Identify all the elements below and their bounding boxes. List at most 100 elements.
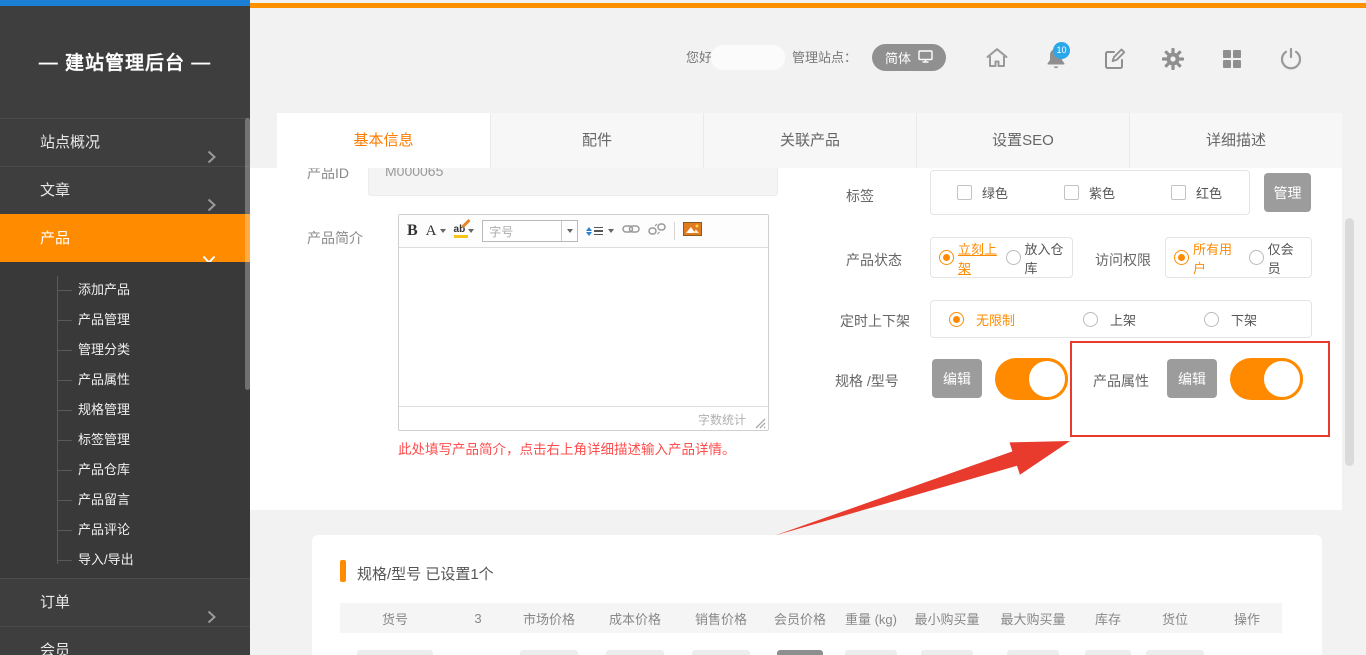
products-submenu: 添加产品 产品管理 管理分类 产品属性 规格管理 标签管理 产品仓库 产品留言 … xyxy=(0,262,250,578)
bold-button[interactable]: B xyxy=(407,222,418,240)
status-option-onsale[interactable]: 立刻上架 xyxy=(939,239,998,277)
sidebar-subitem-add-product[interactable]: 添加产品 xyxy=(78,275,238,305)
access-option-all[interactable]: 所有用户 xyxy=(1174,239,1241,277)
radio-selected-icon[interactable] xyxy=(949,312,964,327)
spec-section-title: 规格/型号 已设置1个 xyxy=(357,563,494,584)
access-label: 访问权限 xyxy=(1095,250,1151,270)
min-qty-field[interactable]: 1 xyxy=(921,650,973,655)
redacted-username xyxy=(711,45,785,70)
power-logout-icon[interactable] xyxy=(1278,46,1304,72)
schedule-option-on[interactable]: 上架 xyxy=(1083,310,1136,329)
access-group: 所有用户 仅会员 xyxy=(1165,237,1312,278)
product-intro-label: 产品简介 xyxy=(307,228,363,248)
caret-down-icon xyxy=(468,229,474,233)
radio-selected-icon[interactable] xyxy=(1174,250,1189,265)
editor-toolbar: B A ab 字号 xyxy=(399,215,768,248)
location-field[interactable] xyxy=(1146,650,1204,655)
tab-bar: 基本信息 配件 关联产品 设置SEO 详细描述 xyxy=(277,113,1342,168)
cost-price-field[interactable]: 0.01 xyxy=(606,650,664,655)
manage-tags-button[interactable]: 管理 xyxy=(1264,173,1311,212)
sidebar-item-site-overview[interactable]: 站点概况 xyxy=(0,118,250,166)
tag-option-red[interactable]: 红色 xyxy=(1171,183,1222,202)
sidebar: — 建站管理后台 — 站点概况 文章 产品 添加产品 产品管理 管理分类 产品属… xyxy=(0,0,250,655)
stock-field[interactable]: 0 xyxy=(1085,650,1131,655)
settings-gear-icon[interactable] xyxy=(1160,46,1186,72)
caret-down-icon xyxy=(608,229,614,233)
sidebar-scrollbar[interactable] xyxy=(245,118,250,390)
schedule-option-off[interactable]: 下架 xyxy=(1204,310,1257,329)
tab-accessories[interactable]: 配件 xyxy=(490,113,703,168)
tag-option-green[interactable]: 绿色 xyxy=(957,183,1008,202)
edit-icon[interactable] xyxy=(1102,46,1128,72)
spec-edit-button[interactable]: 编辑 xyxy=(932,359,982,398)
weight-field[interactable]: 1 xyxy=(845,650,897,655)
language-button[interactable]: 简体 xyxy=(872,44,946,71)
product-status-group: 立刻上架 放入仓库 xyxy=(930,237,1073,278)
sidebar-subitem-tag-manage[interactable]: 标签管理 xyxy=(78,425,238,455)
sidebar-item-articles[interactable]: 文章 xyxy=(0,166,250,214)
row-edit-button[interactable]: 编辑 xyxy=(777,650,823,655)
sidebar-subitem-import-export[interactable]: 导入/导出 xyxy=(78,545,238,575)
sidebar-item-members[interactable]: 会员 xyxy=(0,626,250,655)
sale-price-field[interactable]: 1.00 xyxy=(692,650,750,655)
sidebar-subitem-warehouse[interactable]: 产品仓库 xyxy=(78,455,238,485)
status-option-warehouse[interactable]: 放入仓库 xyxy=(1006,239,1065,277)
tag-option-purple[interactable]: 紫色 xyxy=(1064,183,1115,202)
sidebar-subitem-messages[interactable]: 产品留言 xyxy=(78,485,238,515)
tab-related-products[interactable]: 关联产品 xyxy=(703,113,916,168)
rich-text-editor: B A ab 字号 xyxy=(398,214,769,431)
sidebar-subitem-product-manage[interactable]: 产品管理 xyxy=(78,305,238,335)
spec-table-header: 货号 3 市场价格 成本价格 销售价格 会员价格 重量 (kg) 最小购买量 最… xyxy=(340,603,1282,633)
tags-label: 标签 xyxy=(846,186,874,206)
radio-icon[interactable] xyxy=(1249,250,1264,265)
spec-model-label: 规格 /型号 xyxy=(835,371,899,391)
sidebar-subitem-category[interactable]: 管理分类 xyxy=(78,335,238,365)
tab-seo-settings[interactable]: 设置SEO xyxy=(916,113,1129,168)
radio-icon[interactable] xyxy=(1204,312,1219,327)
sidebar-item-products[interactable]: 产品 xyxy=(0,214,250,262)
caret-down-icon xyxy=(561,221,577,241)
spec-table-row: M000065-1 6 0.01 0.01 1.00 编辑 1 1 2 0 xyxy=(340,643,1282,655)
unlink-icon[interactable] xyxy=(648,222,666,241)
spec-table: 货号 3 市场价格 成本价格 销售价格 会员价格 重量 (kg) 最小购买量 最… xyxy=(340,603,1282,655)
radio-icon[interactable] xyxy=(1083,312,1098,327)
notification-badge: 10 xyxy=(1053,42,1070,59)
tab-detailed-description[interactable]: 详细描述 xyxy=(1129,113,1342,168)
line-height-button[interactable] xyxy=(586,227,614,236)
tab-basic-info[interactable]: 基本信息 xyxy=(277,113,490,168)
admin-app: — 建站管理后台 — 站点概况 文章 产品 添加产品 产品管理 管理分类 产品属… xyxy=(0,0,1366,655)
insert-image-icon[interactable] xyxy=(683,222,702,241)
main-scrollbar[interactable] xyxy=(1345,218,1354,466)
editor-content-area[interactable] xyxy=(399,248,768,406)
radio-icon[interactable] xyxy=(1006,250,1021,265)
market-price-field[interactable]: 0.01 xyxy=(520,650,578,655)
sidebar-subitem-attributes[interactable]: 产品属性 xyxy=(78,365,238,395)
toolbar-separator xyxy=(674,222,675,240)
top-strip-blue xyxy=(0,0,250,6)
highlight-button[interactable]: ab xyxy=(454,224,475,238)
sidebar-subitem-reviews[interactable]: 产品评论 xyxy=(78,515,238,545)
checkbox-red[interactable] xyxy=(1171,185,1186,200)
access-option-members[interactable]: 仅会员 xyxy=(1249,239,1303,277)
radio-selected-icon[interactable] xyxy=(939,250,954,265)
item-no-field[interactable]: M000065-1 xyxy=(357,650,433,655)
checkbox-purple[interactable] xyxy=(1064,185,1079,200)
sidebar-item-orders[interactable]: 订单 xyxy=(0,578,250,626)
app-title: — 建站管理后台 — xyxy=(0,48,250,75)
schedule-option-unlimited[interactable]: 无限制 xyxy=(949,310,1015,329)
checkbox-green[interactable] xyxy=(957,185,972,200)
link-icon[interactable] xyxy=(622,222,640,240)
monitor-icon xyxy=(918,50,933,66)
chevron-right-icon xyxy=(207,644,216,655)
font-size-select[interactable]: 字号 xyxy=(482,220,578,242)
resize-grip[interactable] xyxy=(755,418,766,429)
top-strip-orange xyxy=(250,3,1366,8)
spec-toggle-on[interactable] xyxy=(995,358,1068,400)
sidebar-subitem-spec-manage[interactable]: 规格管理 xyxy=(78,395,238,425)
max-qty-field[interactable]: 2 xyxy=(1007,650,1059,655)
home-icon[interactable] xyxy=(984,45,1010,71)
apps-grid-icon[interactable] xyxy=(1219,46,1245,72)
font-color-button[interactable]: A xyxy=(426,223,446,240)
word-count-label: 字数统计 xyxy=(698,411,746,428)
pencil-icon xyxy=(462,219,471,228)
